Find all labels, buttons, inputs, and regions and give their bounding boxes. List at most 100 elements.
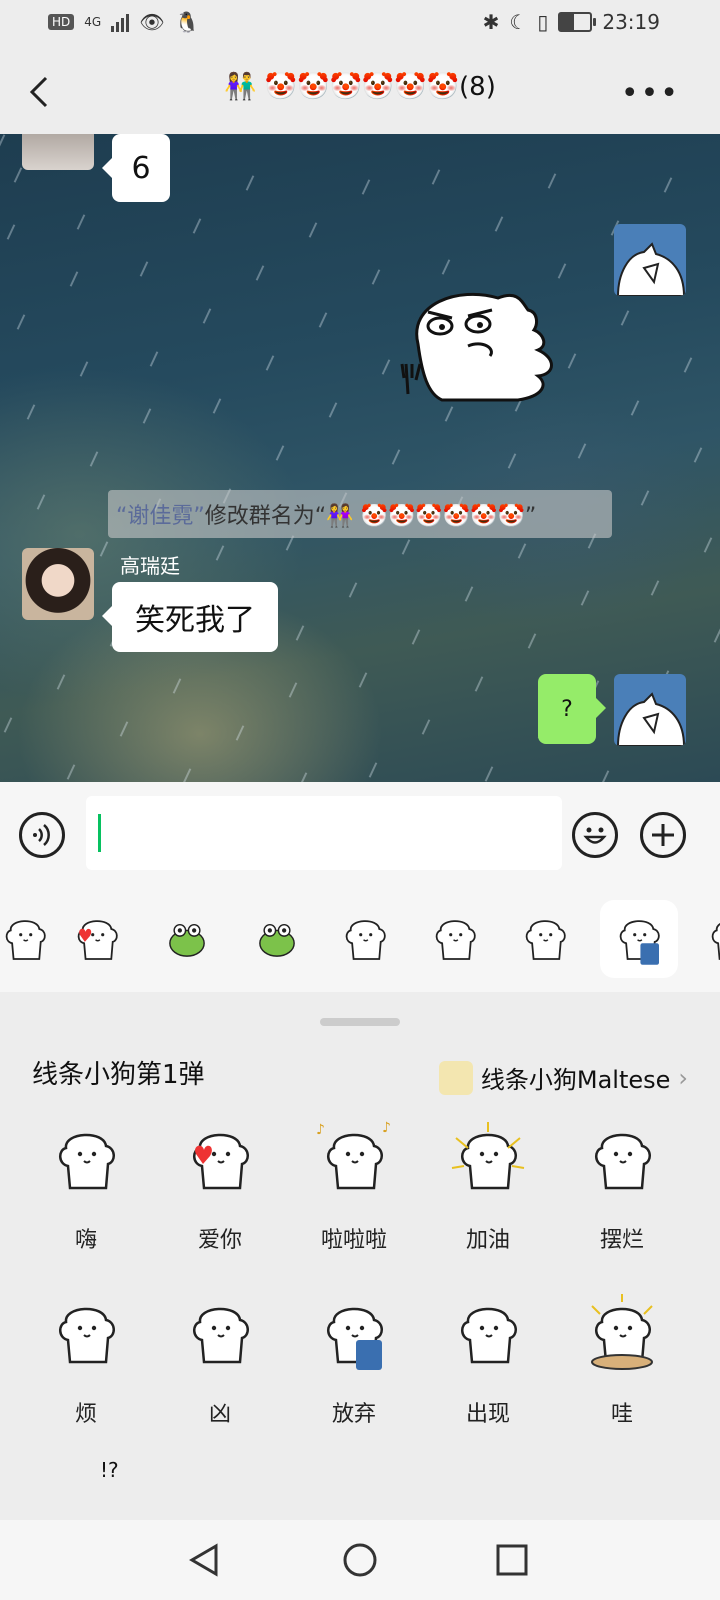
group-title[interactable]: 👫 🤡🤡🤡🤡🤡🤡(8) [0,72,720,102]
sticker-label: 摆烂 [599,1228,644,1253]
dog-sticker-icon [5,920,46,960]
rain-streak [308,222,318,238]
sticker-item[interactable]: 哇 [562,1292,682,1442]
network-label: 4G [84,15,102,29]
avatar[interactable] [22,548,94,620]
message-input[interactable] [86,796,562,870]
rain-streak [381,359,391,375]
message-bubble[interactable]: 6 [102,134,170,202]
rain-streak [89,451,99,467]
strip-frog-sticker[interactable] [242,904,312,974]
rain-streak [0,134,6,150]
pack-thumbnail-icon [438,1060,473,1095]
sticker-label: 出现 [465,1402,510,1427]
dog-lie-icon [595,1133,651,1190]
sticker-label: 加油 [465,1228,510,1253]
pack-link[interactable]: 线条小狗Maltese › [438,1060,688,1095]
rain-streak [567,353,577,369]
system-message: “谢佳霓” 修改群名为“👭 🤡🤡🤡🤡🤡🤡” [108,490,612,538]
strip-frog-sticker[interactable] [152,904,222,974]
text-cursor [98,814,101,852]
clock: 23:19 [602,10,660,34]
nav-recents-icon[interactable] [494,1542,530,1578]
sticker-item[interactable]: 嗨 [26,1118,146,1268]
rain-streak [139,261,149,277]
rain-streak [26,404,36,420]
smiley-icon [583,827,607,844]
rain-streak [640,490,650,506]
system-message-name[interactable]: “谢佳霓” [116,498,205,530]
strip-dog-sticker[interactable] [696,904,720,974]
rain-streak [66,764,76,780]
sticker-item[interactable]: 放弃 [294,1292,414,1442]
sticker-item[interactable]: 烦 [26,1292,146,1442]
strip-dog-sticker[interactable] [62,904,132,974]
battery-icon [558,12,597,32]
sticker-item[interactable]: 凶 [160,1292,280,1442]
pack-link-label: 线条小狗Maltese [480,1066,671,1094]
sticker-message[interactable] [398,284,564,404]
nav-back-icon[interactable] [186,1542,222,1578]
rain-streak [703,537,713,553]
drag-handle[interactable] [320,1018,400,1026]
dino-fork-sticker-icon [400,292,553,402]
rain-streak [517,543,527,559]
rain-streak [172,678,182,694]
hd-badge: HD [48,14,75,30]
rain-streak [547,173,557,189]
sticker-item[interactable]: 加油 [428,1118,548,1268]
rain-streak [474,676,484,692]
rain-streak [577,443,587,459]
dog-sticker-icon [345,920,386,960]
strip-dog-sticker[interactable] [0,904,60,974]
status-left: HD 4G 👁 🐧 [48,10,200,34]
message-bubble[interactable]: 笑死我了 [102,582,278,652]
rain-streak [76,214,86,230]
add-button[interactable] [640,812,686,858]
rain-streak [600,770,610,782]
rain-streak [620,310,630,326]
status-right: ✱ ☾ ▯ 23:19 [483,10,660,34]
sticker-panel: 线条小狗第1弹 线条小狗Maltese › 嗨爱你 ♪ ♪ 啦啦啦 加油 摆烂烦凶放弃 出现… [0,992,720,1520]
sticker-item[interactable]: 出现 [428,1292,548,1442]
dog-fierce-icon [193,1307,249,1364]
own-message-bubble[interactable]: ? [538,674,606,744]
sticker-item[interactable]: ♪ ♪ 啦啦啦 [294,1118,414,1268]
more-button[interactable]: ••• [621,76,680,111]
chat-area[interactable]: 6 “谢佳霓” 修改群名为“👭 🤡🤡🤡🤡🤡🤡” 高瑞廷 笑死我了 ? [0,134,720,782]
rain-streak [348,582,358,598]
avatar[interactable] [22,134,94,170]
own-avatar[interactable] [614,674,686,746]
rain-streak [265,355,275,371]
rain-streak [235,725,245,741]
rain-streak [275,445,285,461]
message-text: ? [561,696,573,722]
strip-dog-sticker[interactable] [510,904,580,974]
sticker-item[interactable]: 摆烂 [562,1118,682,1268]
rain-streak [557,263,567,279]
strip-dog-sticker[interactable] [420,904,490,974]
dog-trash-icon [327,1307,383,1370]
nav-home-icon[interactable] [342,1542,378,1578]
dog-sticker-icon [77,920,118,960]
cat-avatar-icon [616,692,686,746]
rain-streak [142,408,152,424]
rain-streak [212,398,222,414]
eye-icon: 👁 [139,10,165,34]
dog-dance-icon: ♪ ♪ [316,1120,391,1190]
dog-annoyed-icon [59,1307,115,1364]
strip-dog-sticker[interactable] [330,904,400,974]
rain-streak [298,772,308,782]
input-bar [0,782,720,888]
sticker-item[interactable]: 爱你 [160,1118,280,1268]
emoji-button[interactable] [572,812,618,858]
strip-dog-sticker[interactable] [600,900,678,978]
own-avatar[interactable] [614,224,686,296]
rain-streak [401,539,411,555]
sender-name: 高瑞廷 [120,554,180,578]
partial-sticker-text: !? [100,1458,119,1482]
voice-button[interactable] [19,812,65,858]
rain-streak [245,175,255,191]
rain-streak [36,494,46,510]
rain-streak [580,590,590,606]
